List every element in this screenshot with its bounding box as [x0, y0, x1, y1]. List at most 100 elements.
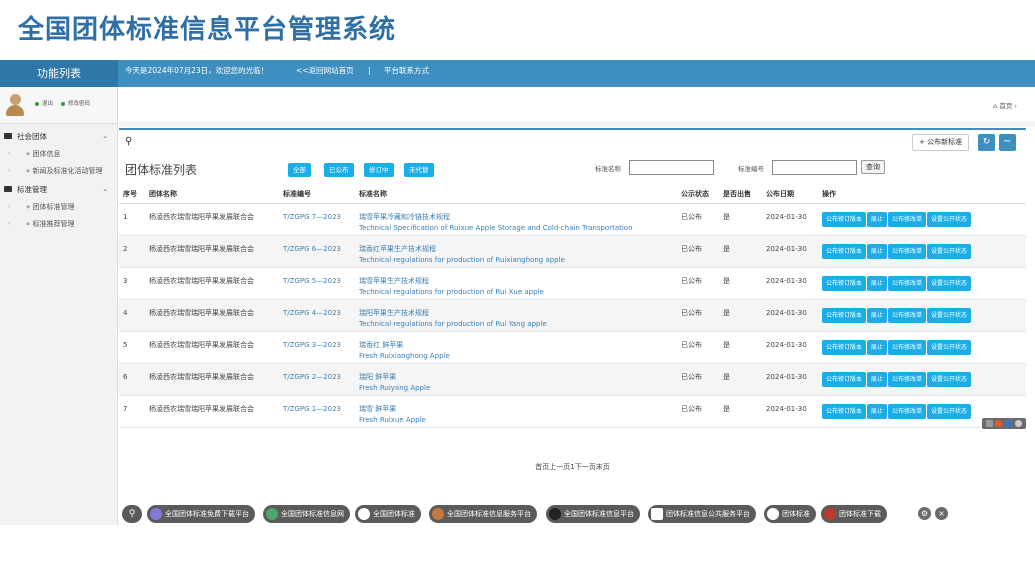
- footer-link[interactable]: 全国团体标准信息服务平台: [429, 505, 537, 523]
- footer-link-label: 全国团体标准信息平台: [564, 510, 634, 518]
- sidebar-item-org-info[interactable]: ◦ » 团体信息: [0, 146, 117, 163]
- standard-code-link[interactable]: T/ZGPG 6—2023: [279, 235, 355, 268]
- abolish-button[interactable]: 废止: [867, 339, 888, 355]
- footer-links: ⚲ 全国团体标准免费下载平台 全国团体标准信息网 全国团体标准 全国团体标准信息…: [122, 505, 1022, 523]
- abolish-button[interactable]: 废止: [867, 371, 888, 387]
- standard-name-en-link[interactable]: Fresh Ruiyang Apple: [359, 383, 677, 394]
- collapse-button[interactable]: −: [999, 134, 1016, 151]
- publish-amendment-button[interactable]: 公布修改单: [888, 403, 927, 419]
- standard-name-cn-link[interactable]: 瑞香红苹果生产技术规程: [359, 244, 677, 255]
- set-public-status-button[interactable]: 设置公开状态: [927, 307, 972, 323]
- for-sale: 是: [719, 235, 762, 268]
- publish-date: 2024-01-30: [762, 203, 818, 236]
- publish-amendment-button[interactable]: 公布修改单: [888, 243, 927, 259]
- sidebar-item-news[interactable]: ◦ » 新闻及标准化活动管理: [0, 163, 117, 180]
- set-public-status-button[interactable]: 设置公开状态: [927, 211, 972, 227]
- publish-revision-button[interactable]: 公布修订版本: [822, 339, 867, 355]
- standard-name-en-link[interactable]: Fresh Ruixianghong Apple: [359, 351, 677, 362]
- publish-revision-button[interactable]: 公布修订版本: [822, 275, 867, 291]
- refresh-button[interactable]: ↻: [978, 134, 995, 151]
- footer-link[interactable]: 全国团体标准: [355, 505, 421, 523]
- publish-date: 2024-01-30: [762, 235, 818, 268]
- standard-name-cn-link[interactable]: 瑞雪苹果生产技术规程: [359, 276, 677, 287]
- publish-revision-button[interactable]: 公布修订版本: [822, 243, 867, 259]
- footer-link[interactable]: 全国团体标准免费下载平台: [147, 505, 255, 523]
- standard-name-cn-link[interactable]: 瑞阳 鲜苹果: [359, 372, 677, 383]
- publish-new-standard-button[interactable]: + 公布新标准: [912, 134, 970, 151]
- publish-status: 已公布: [677, 395, 719, 428]
- folder-icon: [4, 186, 12, 192]
- footer-link[interactable]: 团体标准: [764, 505, 816, 523]
- standard-name-cn-link[interactable]: 瑞阳苹果生产技术规程: [359, 308, 677, 319]
- column-header: 标准编号: [279, 186, 355, 204]
- standard-code-link[interactable]: T/ZGPG 2—2023: [279, 363, 355, 396]
- more-icon[interactable]: [1015, 420, 1022, 427]
- sidebar-item-recommend-manage[interactable]: ◦ » 标准推荐管理: [0, 216, 117, 233]
- set-public-status-button[interactable]: 设置公开状态: [927, 243, 972, 259]
- sidebar-group-standards[interactable]: 标准管理 ⌄: [0, 180, 117, 199]
- publish-amendment-button[interactable]: 公布修改单: [888, 339, 927, 355]
- publish-amendment-button[interactable]: 公布修改单: [888, 211, 927, 227]
- set-public-status-button[interactable]: 设置公开状态: [927, 339, 972, 355]
- standard-name-en-link[interactable]: Technical Specification of Ruixue Apple …: [359, 223, 677, 234]
- abolish-button[interactable]: 废止: [867, 243, 888, 259]
- footer-link[interactable]: 全国团体标准信息网: [263, 505, 350, 523]
- footer-link[interactable]: 全国团体标准信息平台: [546, 505, 640, 523]
- publish-revision-button[interactable]: 公布修订版本: [822, 211, 867, 227]
- standard-number-input[interactable]: [772, 160, 857, 175]
- standard-name-cn-link[interactable]: 瑞雪苹果冷藏和冷链技术规程: [359, 212, 677, 223]
- standard-name-en-link[interactable]: Technical regulations for production of …: [359, 287, 677, 298]
- standard-name-cn-link[interactable]: 瑞香红 鲜苹果: [359, 340, 677, 351]
- settings-icon[interactable]: ⚙: [918, 507, 931, 520]
- standard-code-link[interactable]: T/ZGPG 5—2023: [279, 267, 355, 300]
- publish-revision-button[interactable]: 公布修订版本: [822, 371, 867, 387]
- standard-code-link[interactable]: T/ZGPG 1—2023: [279, 395, 355, 428]
- abolish-button[interactable]: 废止: [867, 403, 888, 419]
- chevron-down-icon: ⌄: [102, 185, 108, 193]
- set-public-status-button[interactable]: 设置公开状态: [927, 371, 972, 387]
- contact-link[interactable]: 平台联系方式: [384, 60, 429, 82]
- breadcrumb-home[interactable]: ⌂ 首页 ›: [993, 100, 1017, 110]
- standard-name-cn-link[interactable]: 瑞雪 鲜苹果: [359, 404, 677, 415]
- pagination[interactable]: 首页上一页1下一页末页: [119, 462, 1026, 472]
- publish-amendment-button[interactable]: 公布修改单: [888, 307, 927, 323]
- standard-code-link[interactable]: T/ZGPG 4—2023: [279, 299, 355, 332]
- search-button[interactable]: 查询: [861, 160, 885, 174]
- sidebar-item-standard-manage[interactable]: ◦ » 团体标准管理: [0, 199, 117, 216]
- publish-revision-button[interactable]: 公布修订版本: [822, 307, 867, 323]
- standard-name-en-link[interactable]: Fresh Ruixue Apple: [359, 415, 677, 426]
- filter-all-button[interactable]: 全部: [288, 163, 311, 177]
- set-public-status-button[interactable]: 设置公开状态: [927, 403, 972, 419]
- sogou-icon[interactable]: [995, 420, 1002, 427]
- column-header: 序号: [119, 186, 145, 204]
- org-name: 杨凌西农瑞雪瑞阳苹果发展联合会: [145, 395, 279, 428]
- abolish-button[interactable]: 废止: [867, 211, 888, 227]
- publish-status: 已公布: [677, 299, 719, 332]
- footer-link[interactable]: 团体标准下载: [821, 505, 887, 523]
- standard-name-input[interactable]: [629, 160, 714, 175]
- filter-revising-button[interactable]: 修订中: [364, 163, 394, 177]
- publish-revision-button[interactable]: 公布修订版本: [822, 403, 867, 419]
- logout-link[interactable]: 退出: [42, 99, 53, 107]
- back-to-site-link[interactable]: <<返回网站首页: [296, 60, 354, 82]
- standard-name-en-link[interactable]: Technical regulations for production of …: [359, 319, 677, 330]
- sidebar-group-social-org[interactable]: 社会团体 ⌄: [0, 127, 117, 146]
- publish-date: 2024-01-30: [762, 395, 818, 428]
- publish-amendment-button[interactable]: 公布修改单: [888, 371, 927, 387]
- footer-link[interactable]: 团体标准信息公共服务平台: [648, 505, 756, 523]
- help-icon[interactable]: [1005, 420, 1012, 427]
- filter-published-button[interactable]: 已公布: [324, 163, 354, 177]
- standard-name-en-link[interactable]: Technical regulations for production of …: [359, 255, 677, 266]
- search-icon[interactable]: ⚲: [122, 505, 142, 523]
- change-password-link[interactable]: 修改密码: [68, 99, 90, 107]
- set-public-status-button[interactable]: 设置公开状态: [927, 275, 972, 291]
- publish-amendment-button[interactable]: 公布修改单: [888, 275, 927, 291]
- abolish-button[interactable]: 废止: [867, 275, 888, 291]
- abolish-button[interactable]: 废止: [867, 307, 888, 323]
- org-name: 杨凌西农瑞雪瑞阳苹果发展联合会: [145, 299, 279, 332]
- standard-code-link[interactable]: T/ZGPG 7—2023: [279, 203, 355, 236]
- filter-unreplaced-button[interactable]: 未代替: [404, 163, 434, 177]
- standard-code-link[interactable]: T/ZGPG 3—2023: [279, 331, 355, 364]
- org-name: 杨凌西农瑞雪瑞阳苹果发展联合会: [145, 267, 279, 300]
- close-icon[interactable]: ×: [935, 507, 948, 520]
